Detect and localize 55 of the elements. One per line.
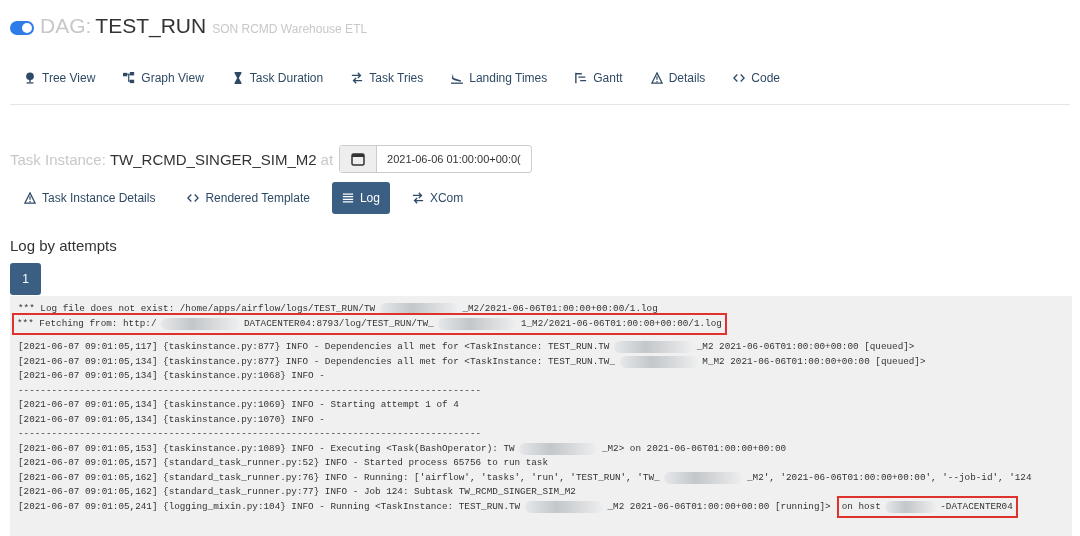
log-text: *** Log file does not exist: /home/apps/airflow/logs/TEST_RUN/TW (18, 302, 376, 316)
log-text: _M2 2021-06-06T01:00:00+00:00 [queued]> (696, 340, 915, 354)
tab[interactable]: XCom (401, 182, 474, 214)
log-text: _M2/2021-06-06T01:00:00+00:00/1.log (462, 302, 658, 316)
log-text: on host (841, 499, 881, 514)
attempt-button[interactable]: 1 (10, 263, 41, 295)
redaction-blur (885, 500, 936, 513)
log-text: _M2 2021-06-06T01:00:00+00:00 [running]> (607, 499, 831, 514)
list-icon (341, 192, 354, 204)
date-field[interactable]: 2021-06-06 01:00:00+00:0( (339, 145, 532, 173)
log-text: [2021-06-07 09:01:05,134] {taskinstance.py:877} INFO - Dependencies all met for <TaskInstance: TEST_RUN.TW_ (18, 354, 615, 369)
gantt-icon (575, 72, 588, 84)
log-heading: Log by attempts (10, 237, 118, 254)
warning-icon (650, 72, 663, 84)
log-text: _M2', '2021-06-06T01:00:00+00:00', '--job-id', '124 (747, 470, 1032, 485)
tab[interactable]: Task Instance Details (14, 182, 166, 214)
log-text: [2021-06-07 09:01:05,162] {standard_task_runner.py:77} INFO - Job 124: Subtask TW_RCMD_SINGER_SIM_M2 (18, 485, 576, 499)
log-text: ----------------------------------------------------------------------------------- (18, 383, 482, 398)
graph-icon (123, 72, 136, 84)
log-text: [2021-06-07 09:01:05,162] {standard_task_runner.py:76} INFO - Running: ['airflow', 'tasks', 'run', 'TEST_RUN', 'TW_ (18, 470, 660, 485)
log-text: M_M2 2021-06-06T01:00:00+00:00 [queued]> (702, 354, 926, 369)
code-icon (187, 192, 200, 204)
log-text: [2021-06-07 09:01:05,153] {taskinstance.py:1089} INFO - Executing <Task(BashOperator): TW (18, 441, 515, 456)
log-text: _M2> on 2021-06-06T01:00:00+00:00 (601, 441, 787, 456)
nav-link[interactable]: Task Duration (231, 71, 324, 85)
nav-link[interactable]: Code (733, 71, 780, 85)
log-text: [2021-06-07 09:01:05,117] {taskinstance.py:877} INFO - Dependencies all met for <TaskInstance: TEST_RUN.TW (18, 340, 610, 354)
log-text: DATACENTER04:8793/log/TEST_RUN/TW_ (243, 316, 434, 331)
tree-icon (24, 72, 36, 84)
log-text: [2021-06-07 09:01:05,134] {taskinstance.py:1069} INFO - Starting attempt 1 of 4 (18, 398, 459, 412)
log-text: [2021-06-07 09:01:05,134] {taskinstance.py:1068} INFO - (18, 369, 325, 383)
task-instance-name: TW_RCMD_SINGER_SIM_M2 (109, 150, 317, 168)
warning-icon (24, 192, 36, 204)
tab[interactable]: Log (331, 182, 390, 214)
nav-link[interactable]: Gantt (575, 71, 623, 85)
dag-toggle[interactable] (10, 21, 34, 35)
nav-link[interactable]: Graph View (123, 71, 204, 85)
retry-icon (351, 72, 364, 84)
retry-icon (411, 192, 424, 204)
log-text: [2021-06-07 09:01:05,241] {logging_mixin.py:104} INFO - Running <TaskInstance: TEST_RUN.TW (18, 499, 521, 514)
log-text: [2021-06-07 09:01:05,134] {taskinstance.py:1070} INFO - (18, 412, 325, 427)
log-text: -DATACENTER04 (940, 499, 1013, 514)
nav-link[interactable]: Task Tries (351, 71, 424, 85)
log-text: ----------------------------------------------------------------------------------- (18, 427, 482, 441)
landing-icon (451, 72, 464, 84)
calendar-icon (351, 152, 366, 166)
log-text: 1_M2/2021-06-06T01:00:00+00:00/1.log (520, 316, 722, 331)
log-text: *** Fetching from: http:/ (17, 316, 157, 331)
nav-link[interactable]: Tree View (24, 71, 96, 85)
code-icon (733, 72, 746, 84)
nav-link[interactable]: Details (650, 71, 706, 85)
dag-name: TEST_RUN (95, 14, 207, 38)
log-text: [2021-06-07 09:01:05,157] {standard_task_runner.py:52} INFO - Started process 65756 to run task (18, 456, 548, 470)
nav-link[interactable]: Landing Times (451, 71, 548, 85)
tab[interactable]: Rendered Template (177, 182, 320, 214)
